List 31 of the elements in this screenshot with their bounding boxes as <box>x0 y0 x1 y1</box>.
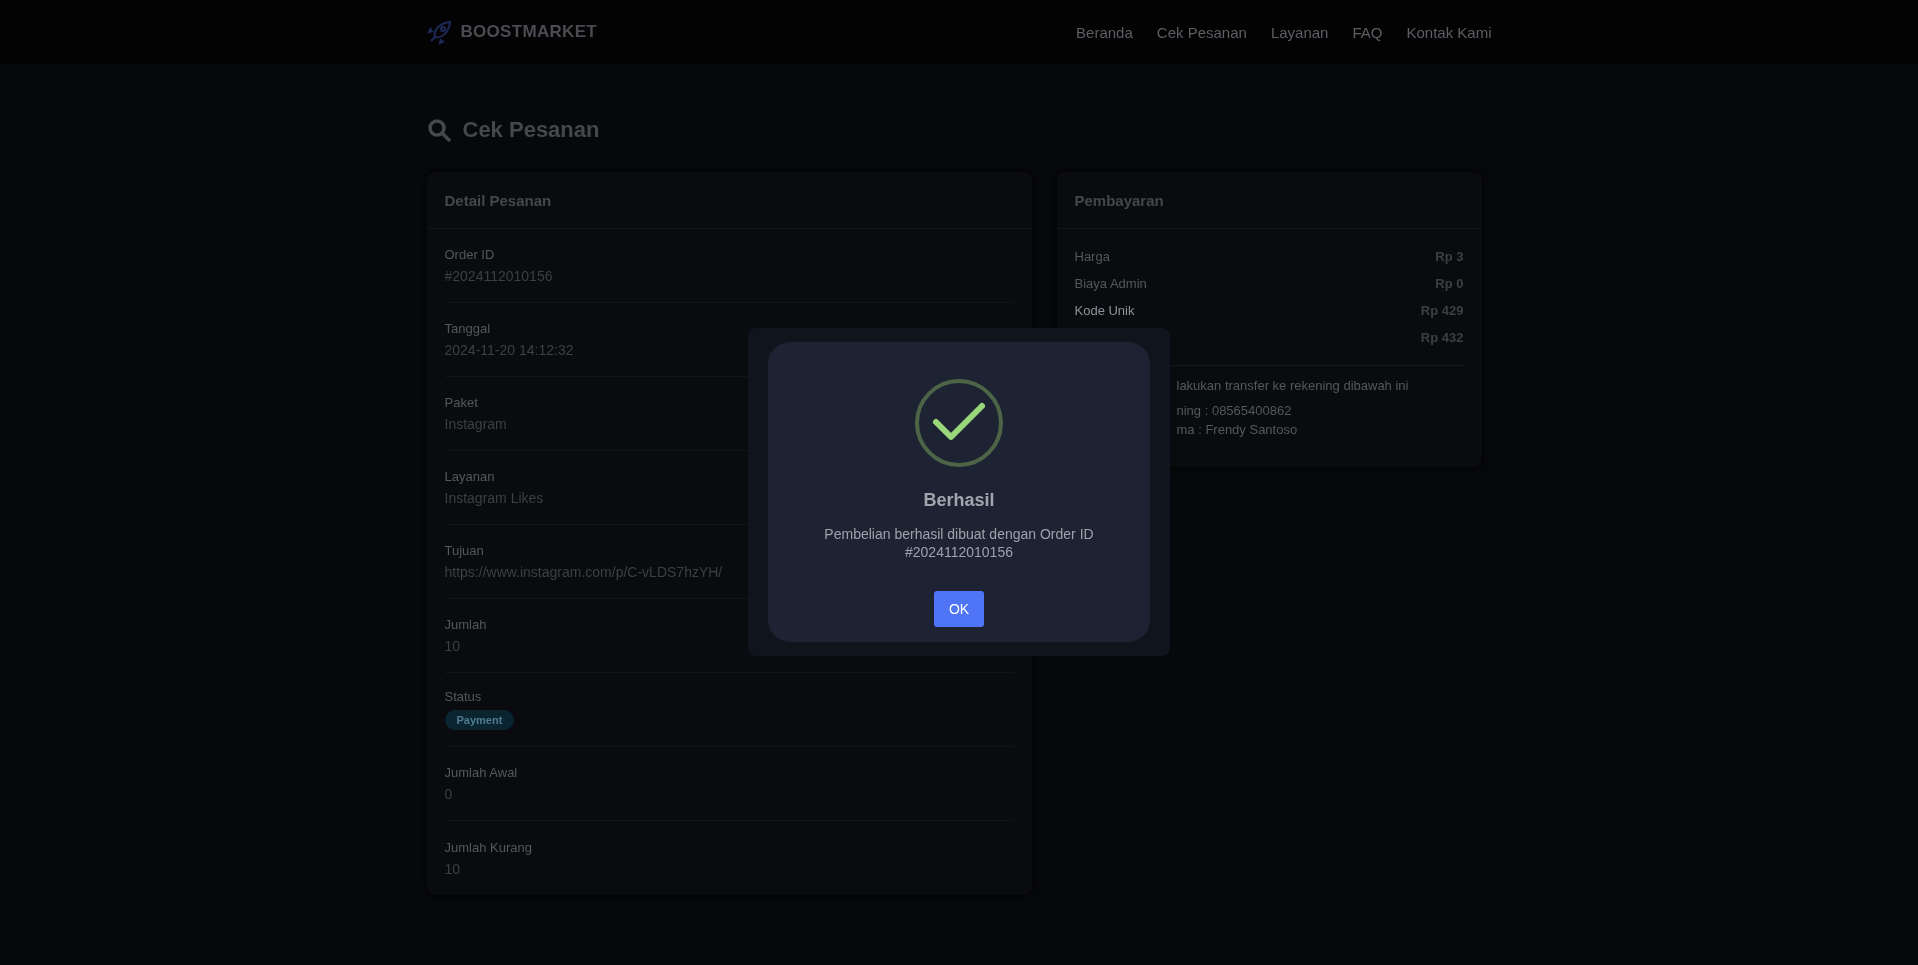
field-label: Status <box>444 689 482 704</box>
field-label: Tanggal <box>444 321 491 336</box>
price-label: Biaya Admin <box>1074 276 1147 291</box>
rocket-icon <box>426 19 453 45</box>
nav-link[interactable]: Beranda <box>1076 23 1133 41</box>
instruction-text: ma : Frendy Santoso <box>1176 422 1298 437</box>
dialog-message: Pembelian berhasil dibuat dengan Order ID #2024112010156 <box>823 525 1095 561</box>
nav-link[interactable]: Kontak Kami <box>1406 23 1492 41</box>
nav-link[interactable]: Layanan <box>1270 23 1329 41</box>
price-label: Kode Unik <box>1074 303 1135 318</box>
field-label: Jumlah <box>444 617 487 632</box>
search-icon <box>426 118 451 142</box>
field-label: Tujuan <box>444 543 484 558</box>
field-label: Jumlah Awal <box>444 765 518 780</box>
page-title: Cek Pesanan <box>462 117 600 143</box>
nav-link[interactable]: FAQ <box>1352 23 1383 41</box>
field-label: Jumlah Kurang <box>444 839 532 855</box>
ok-button[interactable]: OK <box>934 591 984 627</box>
field-label: Paket <box>444 395 478 410</box>
field-label: Layanan <box>444 469 495 484</box>
status-badge: Payment <box>444 710 515 730</box>
card-title: Detail Pesanan <box>426 172 1032 229</box>
nav-link[interactable]: Cek Pesanan <box>1156 23 1247 41</box>
price-label: Harga <box>1074 249 1110 264</box>
field-label: Order ID <box>444 247 495 262</box>
instruction-text: ning : 08565400862 <box>1176 403 1292 418</box>
card-title: Pembayaran <box>1056 172 1482 229</box>
dialog-title: Berhasil <box>923 490 995 511</box>
checkmark-icon <box>914 378 1004 468</box>
brand-logo[interactable]: BOOSTMARKET <box>460 22 597 42</box>
instruction-text: lakukan transfer ke rekening dibawah ini <box>1176 378 1409 393</box>
